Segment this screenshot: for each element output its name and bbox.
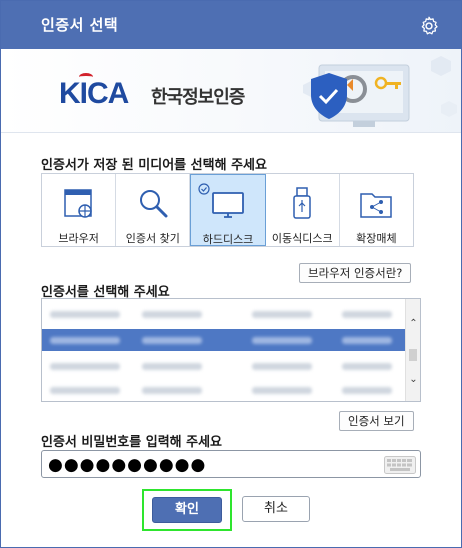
blurred-cell [50, 363, 120, 370]
blurred-cell [252, 311, 312, 318]
logo-mark: KICA [59, 77, 129, 110]
media-browser[interactable]: 브라우저 [42, 174, 117, 246]
table-row-selected[interactable] [42, 329, 406, 351]
scroll-thumb[interactable] [409, 349, 417, 361]
blurred-cell [50, 337, 120, 344]
magnifier-icon [139, 190, 168, 218]
table-row[interactable] [42, 303, 406, 325]
blurred-cell [142, 363, 202, 370]
password-masked-value: ●●●●●●●●●● [48, 455, 207, 475]
media-label: 하드디스크 [202, 233, 254, 246]
share-folder-icon [360, 193, 393, 218]
blurred-cell [342, 337, 392, 344]
blurred-cell [252, 387, 312, 394]
blurred-cell [142, 387, 202, 394]
gear-icon[interactable] [418, 15, 440, 37]
blurred-cell [342, 311, 392, 318]
keyboard-icon[interactable] [384, 456, 416, 474]
blurred-cell [50, 387, 120, 394]
blurred-cell [142, 337, 202, 344]
table-row[interactable] [42, 355, 406, 377]
blurred-cell [342, 387, 392, 394]
browser-cert-info-button[interactable]: 브라우저 인증서란? [299, 263, 412, 283]
password-section-label: 인증서 비밀번호를 입력해 주세요 [41, 435, 223, 450]
monitor-icon [212, 192, 244, 218]
ok-button-highlight: 확인 [142, 489, 232, 531]
media-label: 인증서 찾기 [125, 232, 180, 245]
certificate-dialog: 인증서 선택 KICA 한국정보인증 인증서가 저장 된 미디어를 선택해 주세… [0, 0, 462, 548]
chevron-down-icon[interactable]: ⌄ [406, 373, 420, 387]
check-circle-icon [198, 183, 211, 195]
blurred-cell [342, 363, 392, 370]
media-harddisk[interactable]: 하드디스크 [190, 174, 266, 246]
ok-button[interactable]: 확인 [152, 497, 222, 523]
certificate-rows [42, 299, 406, 401]
browser-icon [63, 189, 92, 218]
security-illustration-icon [303, 56, 457, 127]
view-certificate-button[interactable]: 인증서 보기 [339, 411, 414, 431]
blurred-cell [252, 337, 312, 344]
banner: KICA 한국정보인증 [1, 49, 461, 133]
media-section-label: 인증서가 저장 된 미디어를 선택해 주세요 [41, 158, 267, 173]
media-extended[interactable]: 확장매체 [339, 174, 414, 246]
table-row[interactable] [42, 379, 406, 401]
media-removable-disk[interactable]: 이동식디스크 [265, 174, 340, 246]
media-cert-search[interactable]: 인증서 찾기 [116, 174, 191, 246]
list-scrollbar[interactable]: ⌃ ⌄ [405, 299, 420, 401]
chevron-up-icon[interactable]: ⌃ [406, 317, 420, 331]
dialog-title: 인증서 선택 [41, 16, 119, 34]
logo-text: 한국정보인증 [151, 87, 245, 108]
certificate-list[interactable]: ⌃ ⌄ [41, 298, 421, 402]
media-label: 이동식디스크 [271, 232, 333, 245]
usb-icon [293, 187, 311, 219]
blurred-cell [50, 311, 120, 318]
blurred-cell [142, 311, 202, 318]
title-bar: 인증서 선택 [1, 1, 461, 49]
media-selector: 브라우저 인증서 찾기 하드디스크 이동식디스크 확장매체 [41, 173, 414, 247]
cancel-button[interactable]: 취소 [242, 496, 310, 522]
blurred-cell [252, 363, 312, 370]
media-label: 브라우저 [58, 232, 99, 245]
password-input[interactable]: ●●●●●●●●●● [41, 450, 421, 478]
media-label: 확장매체 [356, 232, 397, 245]
